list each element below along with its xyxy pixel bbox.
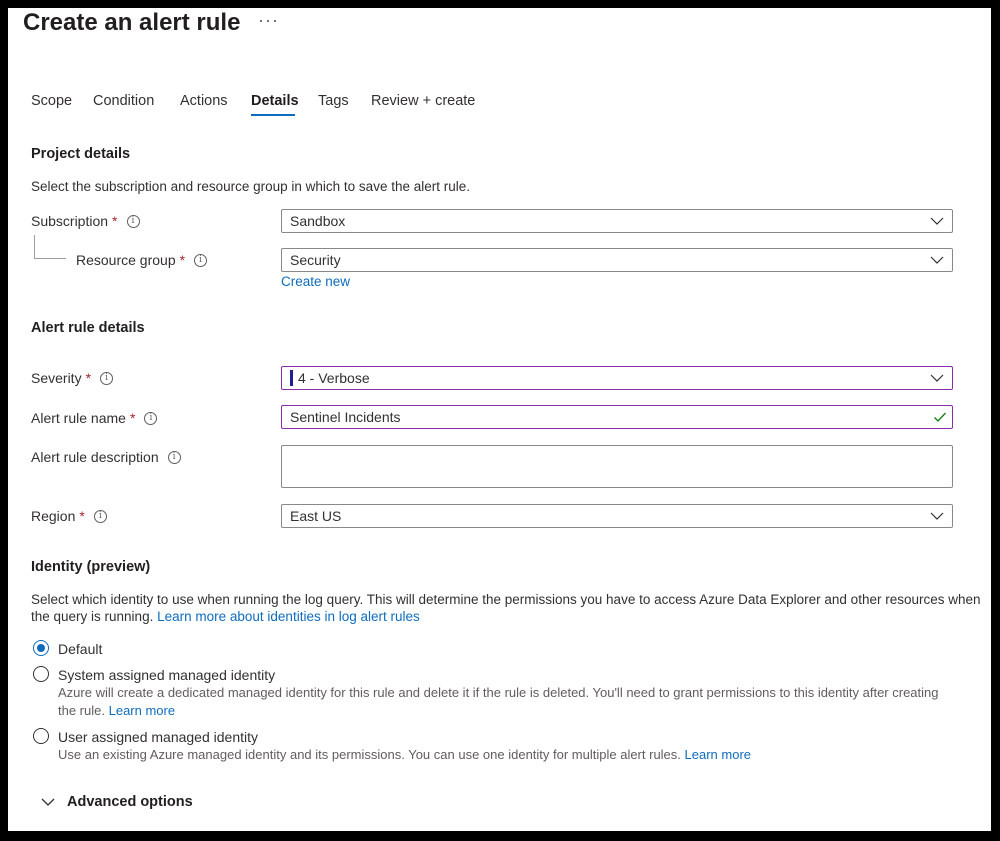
user-assigned-description: Use an existing Azure managed identity a… [58,747,751,762]
info-icon[interactable]: i [144,411,158,425]
learn-more-link[interactable]: Learn more [685,747,751,762]
region-label-text: Region [31,508,76,524]
radio-system-assigned[interactable] [33,666,49,682]
checkmark-icon [934,412,946,422]
create-alert-rule-panel: Create an alert rule ··· Scope Condition… [8,8,991,831]
radio-default-label[interactable]: Default [58,641,102,657]
page-title: Create an alert rule [23,9,241,36]
severity-dropdown[interactable]: 4 - Verbose [281,366,953,390]
required-marker: * [79,508,85,524]
region-dropdown[interactable]: East US [281,504,953,528]
subscription-label-text: Subscription [31,213,109,229]
required-marker: * [129,410,136,426]
chevron-down-icon [930,374,944,382]
tree-connector-horizontal [34,258,66,259]
subscription-dropdown[interactable]: Sandbox [281,209,953,233]
chevron-down-icon [930,217,944,225]
resource-group-label-text: Resource group [76,252,176,268]
create-new-link[interactable]: Create new [281,274,350,289]
advanced-options-toggle[interactable]: Advanced options [41,794,193,810]
subscription-label: Subscription * i [31,213,140,229]
info-icon[interactable]: i [100,371,114,385]
resource-group-dropdown[interactable]: Security [281,248,953,272]
identity-description-line2: the query is running. Learn more about i… [31,609,420,624]
info-icon[interactable]: i [93,509,107,523]
learn-more-identities-link[interactable]: Learn more about identities in log alert… [157,609,420,624]
alert-rule-description-label: Alert rule description i [31,449,181,465]
resource-group-value: Security [290,252,341,268]
chevron-down-icon [930,512,944,520]
severity-label: Severity * i [31,370,114,386]
severity-value: 4 - Verbose [298,370,370,386]
alert-rule-description-label-text: Alert rule description [31,449,159,465]
required-marker: * [112,213,118,229]
chevron-down-icon [930,256,944,264]
alert-rule-name-label: Alert rule name * i [31,410,158,426]
chevron-down-icon [41,798,55,806]
radio-system-assigned-label[interactable]: System assigned managed identity [58,667,275,683]
tree-connector [34,235,35,259]
region-value: East US [290,508,342,524]
tab-details[interactable]: Details [251,93,299,109]
radio-default[interactable] [33,640,49,656]
learn-more-link[interactable]: Learn more [109,703,175,718]
identity-heading: Identity (preview) [31,559,151,575]
system-assigned-description-line2: the rule. Learn more [58,703,175,718]
tab-review-create[interactable]: Review + create [371,93,475,109]
more-options-icon[interactable]: ··· [258,10,279,31]
resource-group-label: Resource group * i [76,252,208,268]
info-icon[interactable]: i [167,450,181,464]
required-marker: * [179,252,186,268]
identity-description-text: the query is running. [31,609,154,624]
severity-label-text: Severity [31,370,82,386]
radio-user-assigned[interactable] [33,728,49,744]
tab-tags[interactable]: Tags [318,93,349,109]
alert-rule-name-label-text: Alert rule name [31,410,126,426]
alert-rule-name-input[interactable]: Sentinel Incidents [281,405,953,429]
active-tab-indicator [251,114,295,116]
alert-rule-description-value [282,446,952,450]
system-assigned-description-line1: Azure will create a dedicated managed id… [58,685,939,700]
info-icon[interactable]: i [126,214,140,228]
subscription-value: Sandbox [290,213,346,229]
user-assigned-description-text: Use an existing Azure managed identity a… [58,747,681,762]
identity-description-line1: Select which identity to use when runnin… [31,592,981,607]
advanced-options-label: Advanced options [67,794,193,810]
region-label: Region * i [31,508,107,524]
alert-rule-name-value: Sentinel Incidents [290,409,401,425]
radio-user-assigned-label[interactable]: User assigned managed identity [58,729,258,745]
project-details-heading: Project details [31,146,131,162]
tab-condition[interactable]: Condition [93,93,154,109]
tab-actions[interactable]: Actions [180,93,228,109]
alert-rule-details-heading: Alert rule details [31,320,145,336]
info-icon[interactable]: i [194,253,208,267]
project-details-description: Select the subscription and resource gro… [31,179,470,194]
system-assigned-description-text: the rule. [58,703,105,718]
required-marker: * [85,370,92,386]
alert-rule-description-textarea[interactable] [281,445,953,488]
tab-scope[interactable]: Scope [31,93,72,109]
